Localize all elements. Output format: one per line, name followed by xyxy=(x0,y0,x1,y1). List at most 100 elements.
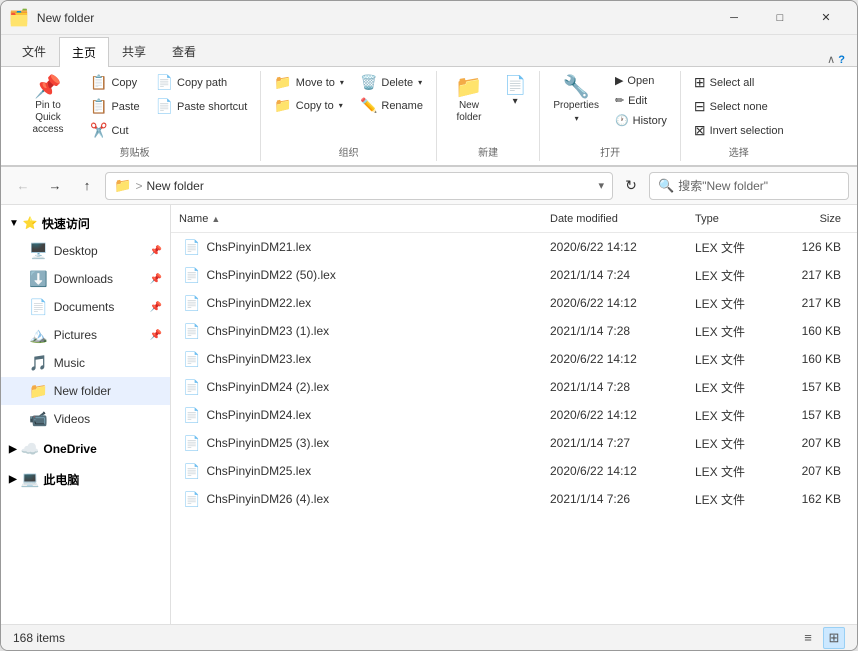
select-none-label: Select none xyxy=(710,101,768,113)
col-header-size[interactable]: Size xyxy=(777,209,857,229)
open-group: 🔧 Properties ▾ ▶ Open ✏ Edit 🕐 Hi xyxy=(540,71,681,161)
sidebar-item-pictures[interactable]: 🏔️ Pictures 📌 xyxy=(1,321,170,349)
sidebar-item-desktop[interactable]: 🖥️ Desktop 📌 xyxy=(1,237,170,265)
new-item-icon: 📄 xyxy=(504,76,526,94)
sidebar-item-newfolder[interactable]: 📁 New folder xyxy=(1,377,170,405)
expand-icon: ▶ xyxy=(9,474,17,485)
statusbar: 168 items ≡ ⊞ xyxy=(1,624,857,650)
grid-view-button[interactable]: ⊞ xyxy=(823,627,845,649)
col-header-type[interactable]: Type xyxy=(687,209,777,229)
file-icon: 📄 xyxy=(183,463,200,480)
table-row[interactable]: 📄 ChsPinyinDM24.lex 2020/6/22 14:12 LEX … xyxy=(171,401,857,429)
copy-to-dropdown-icon: ▾ xyxy=(339,101,343,110)
invert-selection-button[interactable]: ⊠ Invert selection xyxy=(687,119,791,142)
paste-label: Paste xyxy=(111,101,139,113)
ribbon-collapse-button[interactable]: ∧ ? xyxy=(827,53,845,66)
pictures-icon: 🏔️ xyxy=(29,326,48,344)
onedrive-header[interactable]: ▶ ☁️ OneDrive xyxy=(1,435,170,463)
open-group-label: 打开 xyxy=(600,142,620,161)
col-header-date[interactable]: Date modified xyxy=(542,209,687,229)
properties-label: Properties xyxy=(553,100,599,112)
history-button[interactable]: 🕐 History xyxy=(608,111,674,130)
edit-button[interactable]: ✏ Edit xyxy=(608,91,674,110)
sidebar-item-downloads[interactable]: ⬇️ Downloads 📌 xyxy=(1,265,170,293)
delete-button[interactable]: 🗑️ Delete ▾ xyxy=(353,71,430,94)
titlebar: 🗂️ New folder ─ □ ✕ xyxy=(1,1,857,35)
file-icon: 📄 xyxy=(183,239,200,256)
new-folder-icon: 📁 xyxy=(455,76,482,98)
documents-icon: 📄 xyxy=(29,298,48,316)
maximize-button[interactable]: □ xyxy=(757,1,803,35)
tab-file[interactable]: 文件 xyxy=(9,36,59,66)
table-row[interactable]: 📄 ChsPinyinDM24 (2).lex 2021/1/14 7:28 L… xyxy=(171,373,857,401)
copy-icon: 📋 xyxy=(90,74,107,91)
open-button[interactable]: ▶ Open xyxy=(608,71,674,90)
file-icon: 📄 xyxy=(183,267,200,284)
move-to-dropdown-icon: ▾ xyxy=(340,78,344,87)
copy-path-button[interactable]: 📄 Copy path xyxy=(149,71,255,94)
quick-access-header[interactable]: ▼ ⭐ 快速访问 xyxy=(1,209,170,237)
minimize-button[interactable]: ─ xyxy=(711,1,757,35)
help-icon[interactable]: ? xyxy=(838,54,845,66)
copy-to-button[interactable]: 📁 Copy to ▾ xyxy=(267,94,351,117)
move-to-label: Move to xyxy=(296,77,335,89)
cut-button[interactable]: ✂️ Cut xyxy=(83,119,147,142)
cut-icon: ✂️ xyxy=(90,122,107,139)
paste-button[interactable]: 📋 Paste xyxy=(83,95,147,118)
sort-asc-icon: ▲ xyxy=(211,214,220,224)
rename-button[interactable]: ✏️ Rename xyxy=(353,94,430,117)
sidebar-item-documents[interactable]: 📄 Documents 📌 xyxy=(1,293,170,321)
file-type: LEX 文件 xyxy=(687,407,777,424)
tab-home[interactable]: 主页 xyxy=(59,37,109,67)
address-dropdown-icon[interactable]: ▾ xyxy=(598,179,604,192)
table-row[interactable]: 📄 ChsPinyinDM25.lex 2020/6/22 14:12 LEX … xyxy=(171,457,857,485)
paste-shortcut-label: Paste shortcut xyxy=(177,101,247,113)
back-button[interactable]: ← xyxy=(9,172,37,200)
desktop-pin-icon: 📌 xyxy=(150,246,162,257)
tab-share[interactable]: 共享 xyxy=(109,36,159,66)
table-row[interactable]: 📄 ChsPinyinDM23 (1).lex 2021/1/14 7:28 L… xyxy=(171,317,857,345)
window-icon: 🗂️ xyxy=(9,8,29,28)
invert-selection-label: Invert selection xyxy=(710,125,784,137)
file-name: ChsPinyinDM22.lex xyxy=(206,296,311,310)
col-header-name[interactable]: Name ▲ xyxy=(171,209,542,229)
pin-to-quick-access-button[interactable]: 📌 Pin to Quick access xyxy=(15,71,81,141)
history-icon: 🕐 xyxy=(615,114,629,127)
table-row[interactable]: 📄 ChsPinyinDM21.lex 2020/6/22 14:12 LEX … xyxy=(171,233,857,261)
file-type: LEX 文件 xyxy=(687,491,777,508)
thispc-header[interactable]: ▶ 💻 此电脑 xyxy=(1,465,170,493)
file-type: LEX 文件 xyxy=(687,295,777,312)
file-date: 2020/6/22 14:12 xyxy=(542,240,687,254)
copy-button[interactable]: 📋 Copy xyxy=(83,71,147,94)
forward-button[interactable]: → xyxy=(41,172,69,200)
new-item-button[interactable]: 📄 ▾ xyxy=(497,71,533,113)
table-row[interactable]: 📄 ChsPinyinDM22.lex 2020/6/22 14:12 LEX … xyxy=(171,289,857,317)
select-all-button[interactable]: ⊞ Select all xyxy=(687,71,791,94)
up-button[interactable]: ↑ xyxy=(73,172,101,200)
table-row[interactable]: 📄 ChsPinyinDM23.lex 2020/6/22 14:12 LEX … xyxy=(171,345,857,373)
col-type-label: Type xyxy=(695,213,719,225)
file-size: 126 KB xyxy=(777,240,857,254)
file-date: 2020/6/22 14:12 xyxy=(542,408,687,422)
search-box[interactable]: 🔍 搜索"New folder" xyxy=(649,172,849,200)
onedrive-section: ▶ ☁️ OneDrive xyxy=(1,435,170,463)
address-box[interactable]: 📁 > New folder ▾ xyxy=(105,172,613,200)
paste-shortcut-button[interactable]: 📄 Paste shortcut xyxy=(149,95,255,118)
videos-icon: 📹 xyxy=(29,410,48,428)
refresh-button[interactable]: ↻ xyxy=(617,172,645,200)
list-view-button[interactable]: ≡ xyxy=(797,627,819,649)
file-type: LEX 文件 xyxy=(687,239,777,256)
properties-button[interactable]: 🔧 Properties ▾ xyxy=(546,71,606,128)
new-folder-button[interactable]: 📁 Newfolder xyxy=(443,71,495,129)
close-button[interactable]: ✕ xyxy=(803,1,849,35)
table-row[interactable]: 📄 ChsPinyinDM25 (3).lex 2021/1/14 7:27 L… xyxy=(171,429,857,457)
table-row[interactable]: 📄 ChsPinyinDM22 (50).lex 2021/1/14 7:24 … xyxy=(171,261,857,289)
file-type: LEX 文件 xyxy=(687,379,777,396)
select-none-button[interactable]: ⊟ Select none xyxy=(687,95,791,118)
sidebar-item-videos[interactable]: 📹 Videos xyxy=(1,405,170,433)
sidebar: ▼ ⭐ 快速访问 🖥️ Desktop 📌 ⬇️ Downloads 📌 xyxy=(1,205,171,624)
tab-view[interactable]: 查看 xyxy=(159,36,209,66)
move-to-button[interactable]: 📁 Move to ▾ xyxy=(267,71,351,94)
table-row[interactable]: 📄 ChsPinyinDM26 (4).lex 2021/1/14 7:26 L… xyxy=(171,485,857,513)
sidebar-item-music[interactable]: 🎵 Music xyxy=(1,349,170,377)
